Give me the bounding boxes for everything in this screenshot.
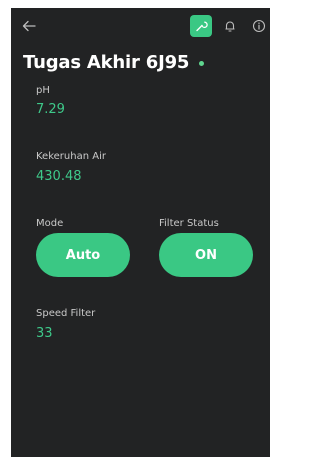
wrench-icon[interactable]	[190, 15, 212, 37]
arrow-left-icon[interactable]	[22, 18, 36, 32]
app-screen: Tugas Akhir 6J95 pH 7.29 Kekeruhan Air 4…	[11, 8, 270, 457]
mode-label: Mode	[36, 218, 64, 229]
online-status-dot	[199, 61, 205, 66]
top-bar	[11, 8, 270, 44]
filter-status-label: Filter Status	[159, 218, 219, 229]
turbidity-value: 430.48	[36, 169, 82, 184]
turbidity-label: Kekeruhan Air	[36, 151, 106, 162]
speed-filter-value: 33	[36, 326, 53, 341]
info-icon[interactable]	[249, 16, 269, 36]
ph-label: pH	[36, 85, 50, 96]
mode-button[interactable]: Auto	[36, 233, 130, 277]
speed-filter-label: Speed Filter	[36, 308, 96, 319]
device-title-row: Tugas Akhir 6J95	[23, 52, 205, 73]
filter-status-button[interactable]: ON	[159, 233, 253, 277]
ph-value: 7.29	[36, 102, 65, 117]
bell-icon[interactable]	[220, 16, 240, 36]
page-title: Tugas Akhir 6J95	[23, 52, 190, 73]
